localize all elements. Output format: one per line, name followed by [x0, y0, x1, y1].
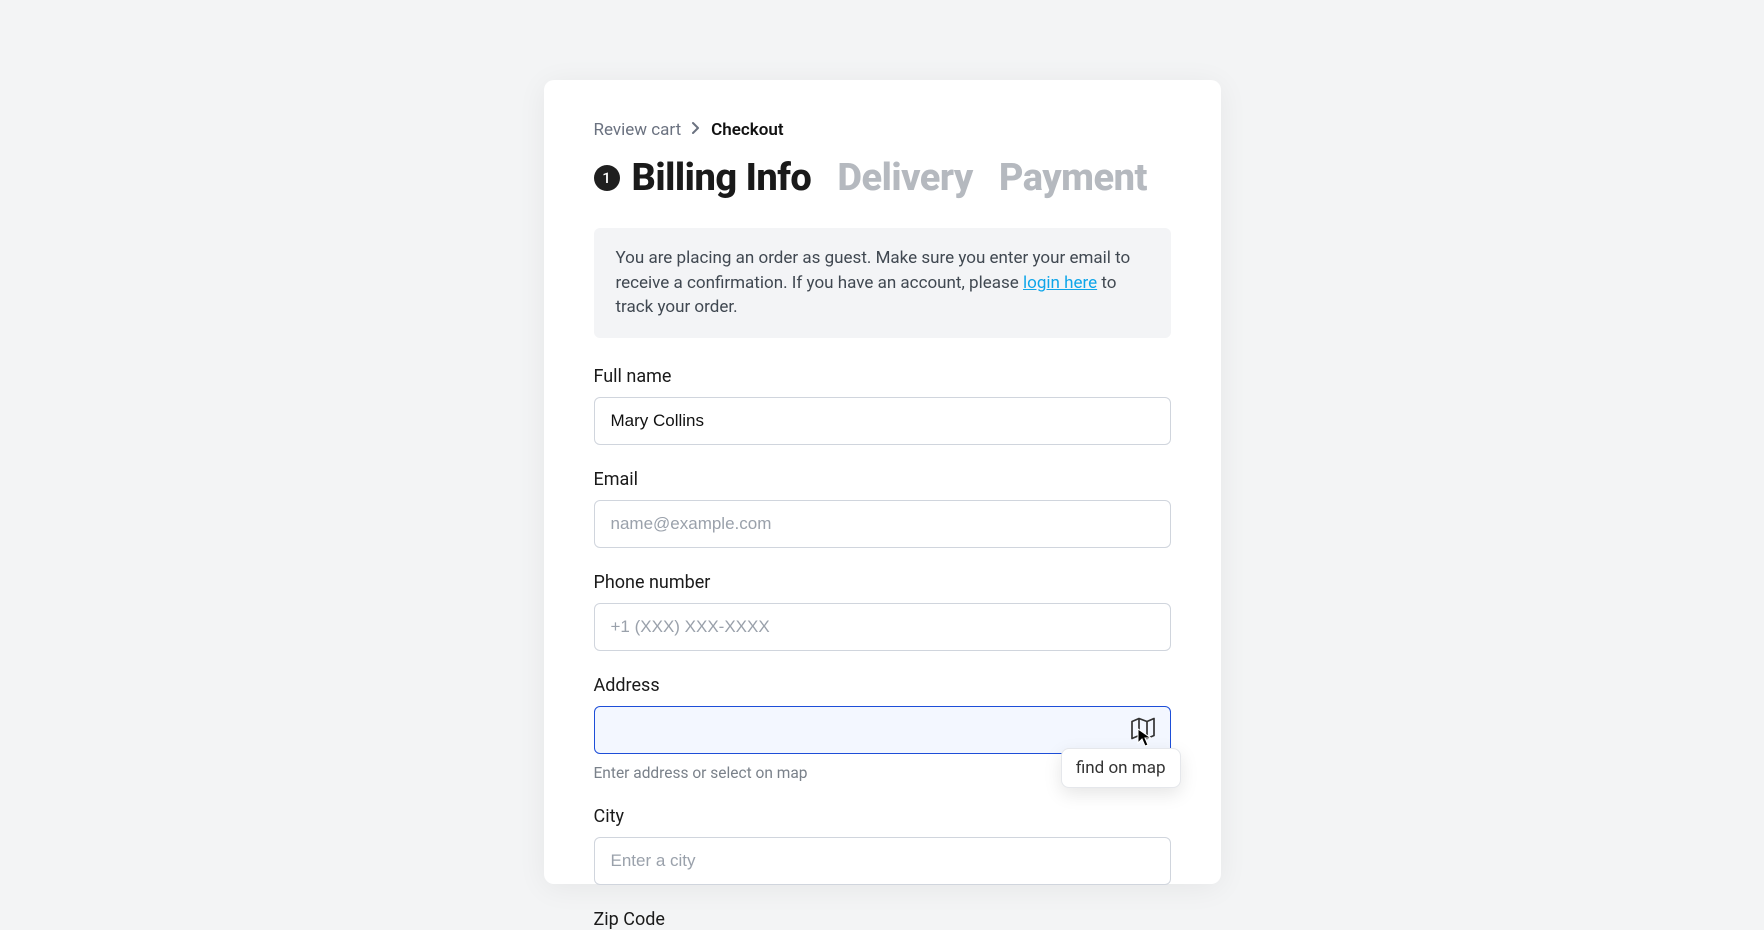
- chevron-right-icon: [691, 120, 701, 140]
- field-full-name: Full name: [594, 366, 1171, 445]
- map-icon: [1131, 727, 1155, 742]
- zip-label: Zip Code: [594, 909, 1171, 930]
- map-tooltip: find on map: [1061, 748, 1181, 788]
- step-delivery[interactable]: Delivery: [837, 156, 972, 200]
- login-link[interactable]: login here: [1023, 273, 1097, 293]
- email-label: Email: [594, 469, 1171, 490]
- full-name-input[interactable]: [594, 397, 1171, 445]
- address-label: Address: [594, 675, 1171, 696]
- step-number-badge: 1: [594, 165, 620, 191]
- find-on-map-button[interactable]: [1127, 713, 1159, 746]
- full-name-label: Full name: [594, 366, 1171, 387]
- breadcrumb: Review cart Checkout: [594, 120, 1171, 140]
- phone-input[interactable]: [594, 603, 1171, 651]
- address-input-wrap: find on map: [594, 706, 1171, 754]
- field-phone: Phone number: [594, 572, 1171, 651]
- breadcrumb-current: Checkout: [711, 120, 783, 140]
- step-billing-label: Billing Info: [632, 156, 812, 200]
- step-payment[interactable]: Payment: [999, 156, 1147, 200]
- field-address: Address find on map Enter address or sel…: [594, 675, 1171, 782]
- city-label: City: [594, 806, 1171, 827]
- field-city: City: [594, 806, 1171, 885]
- phone-label: Phone number: [594, 572, 1171, 593]
- guest-notice: You are placing an order as guest. Make …: [594, 228, 1171, 338]
- email-input[interactable]: [594, 500, 1171, 548]
- field-email: Email: [594, 469, 1171, 548]
- checkout-card: Review cart Checkout 1 Billing Info Deli…: [544, 80, 1221, 884]
- address-input[interactable]: [594, 706, 1171, 754]
- checkout-steps: 1 Billing Info Delivery Payment: [594, 156, 1171, 200]
- city-input[interactable]: [594, 837, 1171, 885]
- breadcrumb-prev[interactable]: Review cart: [594, 120, 682, 140]
- step-billing: 1 Billing Info: [594, 156, 812, 200]
